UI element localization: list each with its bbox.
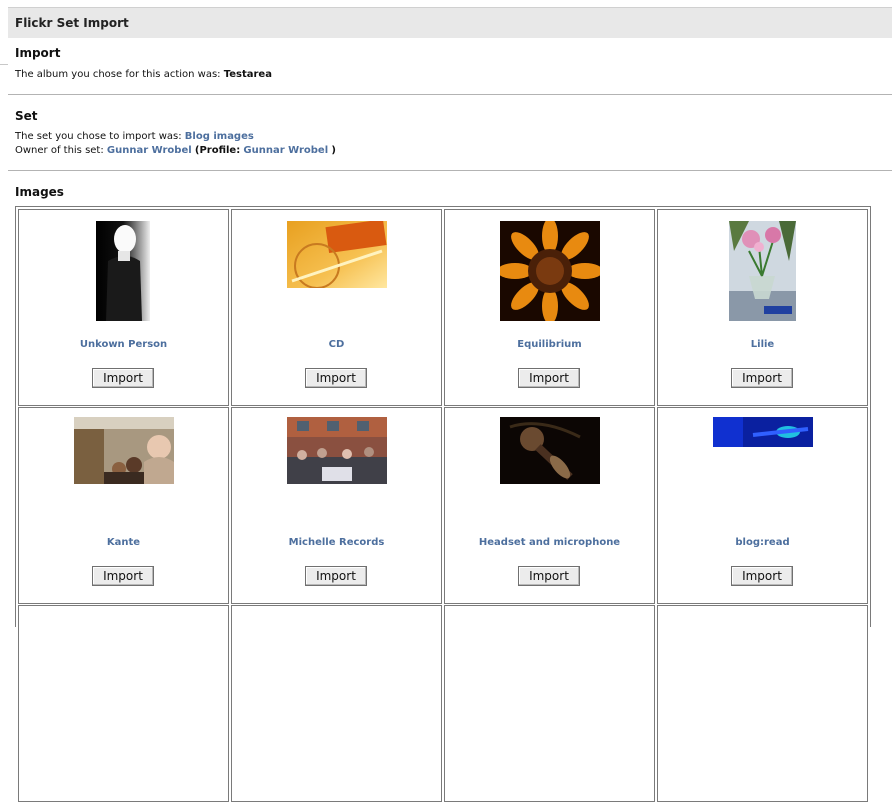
sidebar-divider [0,64,8,65]
import-button[interactable]: Import [92,566,154,586]
image-thumbnail[interactable] [500,221,600,321]
owner-text: Owner of this set: [15,145,104,156]
image-caption-link[interactable]: Kante [19,537,228,548]
page-title: Flickr Set Import [15,16,129,30]
image-caption-link[interactable]: Headset and microphone [445,537,654,548]
owner-line: Owner of this set: Gunnar Wrobel (Profil… [15,145,336,156]
image-thumbnail[interactable] [287,417,387,484]
image-thumbnail[interactable] [500,417,600,484]
image-caption-link[interactable]: blog:read [658,537,867,548]
images-section-title: Images [15,185,64,199]
image-caption-link[interactable]: Lilie [658,339,867,350]
image-cell: Equilibrium Import [444,209,655,406]
image-thumbnail[interactable] [96,221,150,321]
owner-link[interactable]: Gunnar Wrobel [107,145,192,156]
import-button[interactable]: Import [518,368,580,388]
import-button[interactable]: Import [305,368,367,388]
image-thumbnail[interactable] [74,417,174,484]
separator [8,170,892,171]
image-cell [231,605,442,802]
image-caption-link[interactable]: Unkown Person [19,339,228,350]
profile-close: ) [331,145,336,156]
image-thumbnail[interactable] [287,221,387,288]
import-button[interactable]: Import [518,566,580,586]
image-cell [444,605,655,802]
image-cell: blog:read Import [657,407,868,604]
flickr-import-panel: Flickr Set Import Import The album you c… [8,0,892,802]
set-name-link[interactable]: Blog images [185,131,254,142]
set-line: The set you chose to import was: Blog im… [15,131,254,142]
image-thumbnail[interactable] [729,221,796,321]
image-cell: CD Import [231,209,442,406]
set-text: The set you chose to import was: [15,131,182,142]
image-caption-link[interactable]: Equilibrium [445,339,654,350]
image-cell: Kante Import [18,407,229,604]
image-caption-link[interactable]: CD [232,339,441,350]
image-cell: Michelle Records Import [231,407,442,604]
import-button[interactable]: Import [92,368,154,388]
image-cell [657,605,868,802]
profile-link[interactable]: Gunnar Wrobel [243,145,328,156]
image-cell: Lilie Import [657,209,868,406]
import-button[interactable]: Import [731,368,793,388]
image-caption-link[interactable]: Michelle Records [232,537,441,548]
image-cell: Unkown Person Import [18,209,229,406]
panel-header: Flickr Set Import [8,8,892,38]
images-grid: Unkown Person Import CD Import Equilibri… [15,206,871,802]
image-thumbnail[interactable] [713,417,813,447]
separator [8,94,892,95]
import-button[interactable]: Import [731,566,793,586]
image-cell: Headset and microphone Import [444,407,655,604]
image-cell [18,605,229,802]
profile-label: (Profile: [194,145,241,156]
album-text: The album you chose for this action was: [15,69,221,80]
import-section-title: Import [15,46,61,60]
album-line: The album you chose for this action was:… [15,69,272,80]
import-button[interactable]: Import [305,566,367,586]
set-section-title: Set [15,109,38,123]
album-name: Testarea [223,69,272,80]
